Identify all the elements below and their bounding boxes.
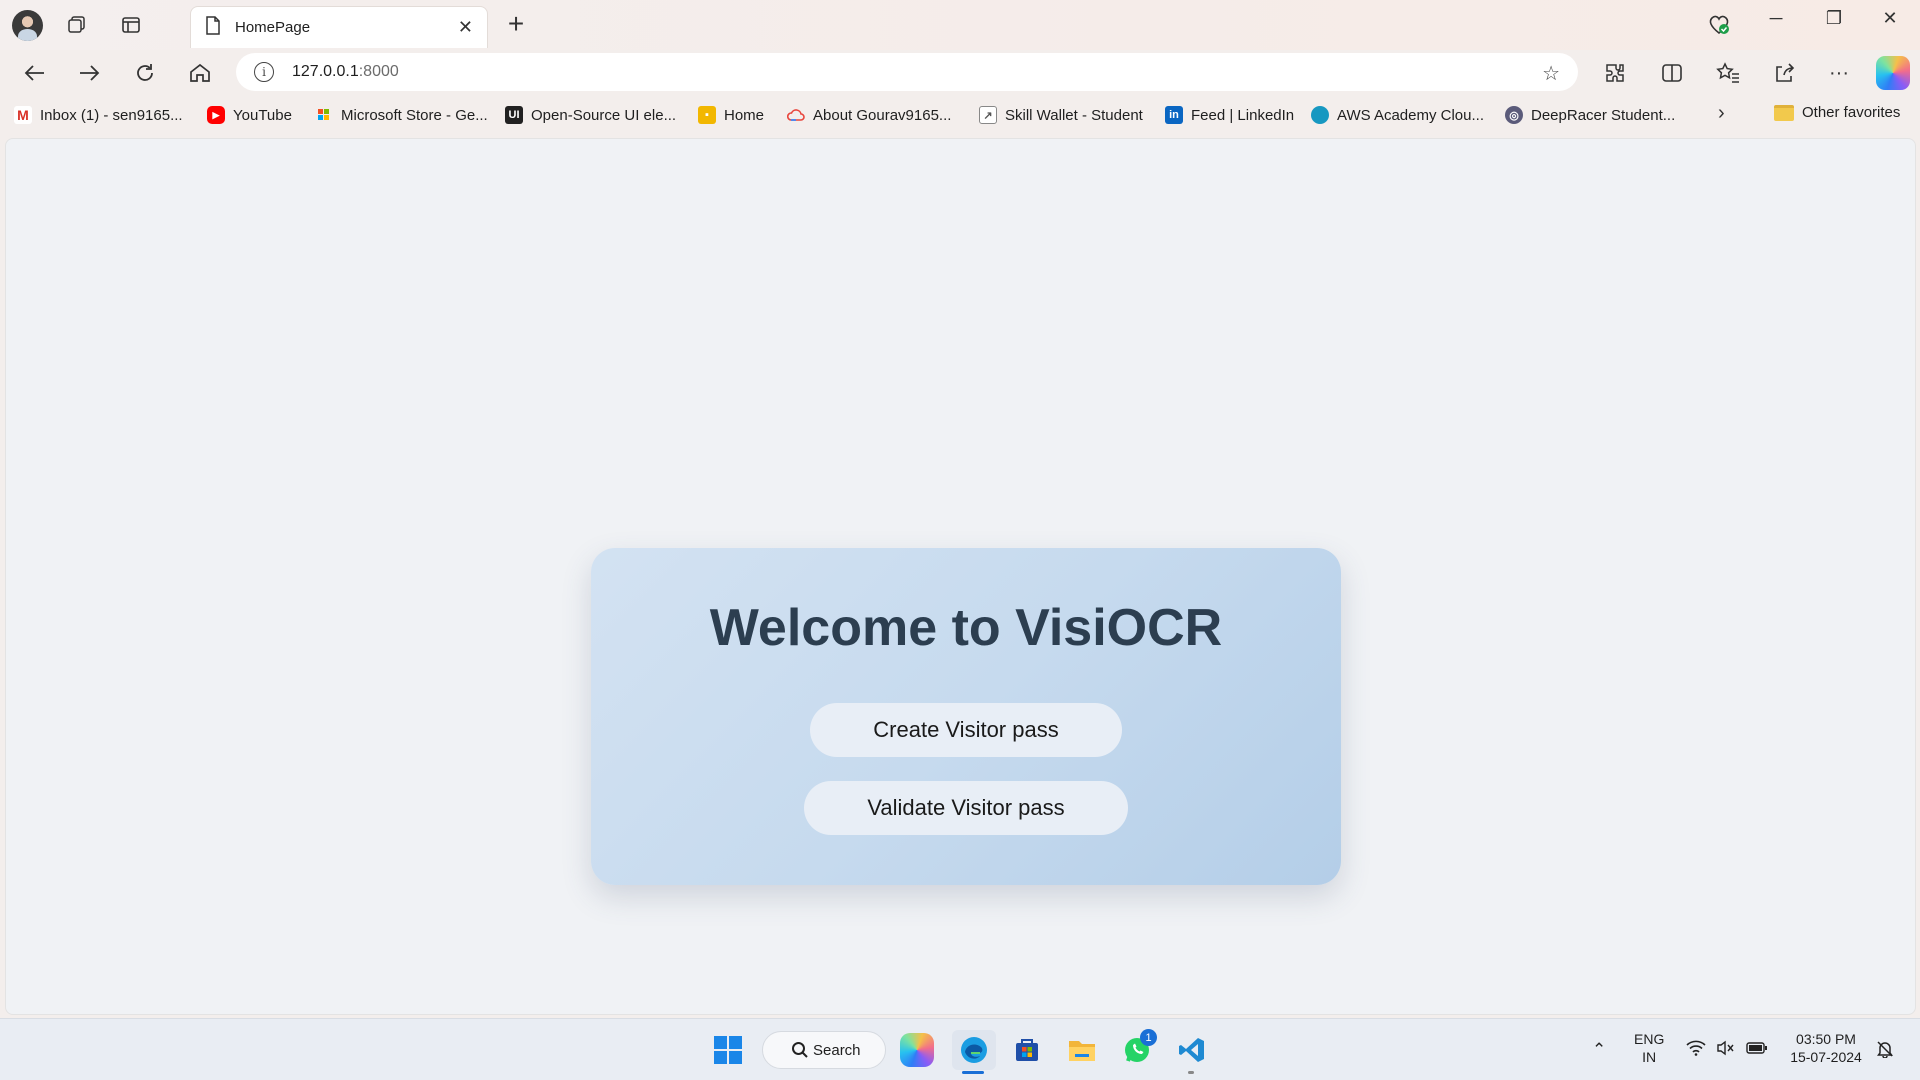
validate-visitor-pass-button[interactable]: Validate Visitor pass [804, 781, 1128, 835]
active-app-indicator [962, 1071, 984, 1074]
youtube-icon: ▶ [207, 106, 225, 124]
bookmark-about-gourav[interactable]: About Gourav9165... [787, 104, 951, 126]
favorite-star-icon[interactable]: ☆ [1542, 61, 1560, 86]
restore-icon[interactable]: ❐ [1814, 8, 1854, 29]
salesforce-icon [1311, 106, 1329, 124]
browser-essentials-icon[interactable] [1704, 10, 1734, 40]
uiverse-icon: UI [505, 106, 523, 124]
bookmark-aws-academy[interactable]: AWS Academy Clou... [1311, 104, 1484, 126]
bookmark-youtube[interactable]: ▶ YouTube [207, 104, 292, 126]
search-icon [791, 1041, 809, 1063]
folder-icon [1774, 104, 1794, 121]
favorites-icon[interactable] [1711, 56, 1745, 90]
cloud-icon [787, 106, 805, 124]
microsoft-store-icon[interactable] [1007, 1030, 1047, 1070]
share-icon[interactable] [1767, 56, 1801, 90]
minimize-icon[interactable]: ─ [1756, 8, 1796, 29]
split-screen-icon[interactable] [1655, 56, 1689, 90]
close-window-icon[interactable]: ✕ [1870, 8, 1910, 29]
address-bar[interactable]: i 127.0.0.1:8000 ☆ [236, 53, 1578, 91]
skillwallet-icon: ↗ [979, 106, 997, 124]
wifi-icon[interactable] [1686, 1040, 1706, 1061]
new-tab-button[interactable]: + [500, 8, 532, 40]
tab-title: HomePage [235, 19, 311, 36]
volume-muted-icon[interactable] [1716, 1040, 1736, 1061]
back-icon[interactable] [18, 56, 52, 90]
bookmark-microsoft-store[interactable]: Microsoft Store - Ge... [315, 104, 488, 126]
windows-start-icon[interactable] [708, 1030, 748, 1070]
microsoft-icon [315, 106, 333, 124]
taskbar-search[interactable]: Search [762, 1031, 886, 1069]
bookmark-linkedin[interactable]: in Feed | LinkedIn [1165, 104, 1294, 126]
url-text: 127.0.0.1:8000 [292, 63, 399, 80]
bookmark-skill-wallet[interactable]: ↗ Skill Wallet - Student [979, 104, 1143, 126]
create-visitor-pass-button[interactable]: Create Visitor pass [810, 703, 1122, 757]
chevron-right-icon[interactable]: › [1718, 102, 1725, 125]
copilot-icon[interactable] [1876, 56, 1910, 90]
tab-actions-icon[interactable] [116, 10, 146, 40]
classroom-icon: ▪ [698, 106, 716, 124]
close-icon[interactable]: ✕ [458, 17, 473, 38]
chevron-up-icon[interactable]: ⌃ [1592, 1040, 1606, 1060]
bookmark-deepracer[interactable]: ◎ DeepRacer Student... [1505, 104, 1675, 126]
home-icon[interactable] [183, 56, 217, 90]
bookmark-home[interactable]: ▪ Home [698, 104, 764, 126]
forward-icon[interactable] [72, 56, 106, 90]
deepracer-icon: ◎ [1505, 106, 1523, 124]
bookmark-inbox[interactable]: M Inbox (1) - sen9165... [14, 104, 183, 126]
page-title: Welcome to VisiOCR [709, 599, 1223, 657]
extensions-icon[interactable] [1598, 56, 1632, 90]
edge-icon[interactable] [952, 1030, 996, 1070]
vscode-icon[interactable] [1172, 1030, 1212, 1070]
linkedin-icon: in [1165, 106, 1183, 124]
file-explorer-icon[interactable] [1062, 1030, 1102, 1070]
more-options-icon[interactable]: ··· [1822, 56, 1856, 90]
refresh-icon[interactable] [128, 56, 162, 90]
welcome-card: Welcome to VisiOCR Create Visitor pass V… [591, 548, 1341, 885]
page-icon [205, 15, 221, 40]
clock[interactable]: 03:50 PM 15-07-2024 [1786, 1030, 1866, 1066]
running-app-indicator [1188, 1071, 1194, 1074]
page-viewport: Welcome to VisiOCR Create Visitor pass V… [5, 138, 1916, 1015]
language-indicator[interactable]: ENG IN [1634, 1030, 1664, 1066]
other-favorites-folder[interactable]: Other favorites [1774, 104, 1900, 121]
tab-homepage[interactable]: HomePage ✕ [190, 6, 488, 48]
copilot-taskbar-icon[interactable] [897, 1030, 937, 1070]
workspaces-icon[interactable] [62, 10, 92, 40]
bookmark-open-source-ui[interactable]: UI Open-Source UI ele... [505, 104, 676, 126]
site-info-icon[interactable]: i [254, 62, 274, 82]
battery-icon[interactable] [1746, 1040, 1768, 1060]
notification-badge: 1 [1140, 1029, 1157, 1046]
notifications-icon[interactable] [1876, 1040, 1894, 1063]
profile-avatar[interactable] [12, 10, 43, 41]
gmail-icon: M [14, 106, 32, 124]
